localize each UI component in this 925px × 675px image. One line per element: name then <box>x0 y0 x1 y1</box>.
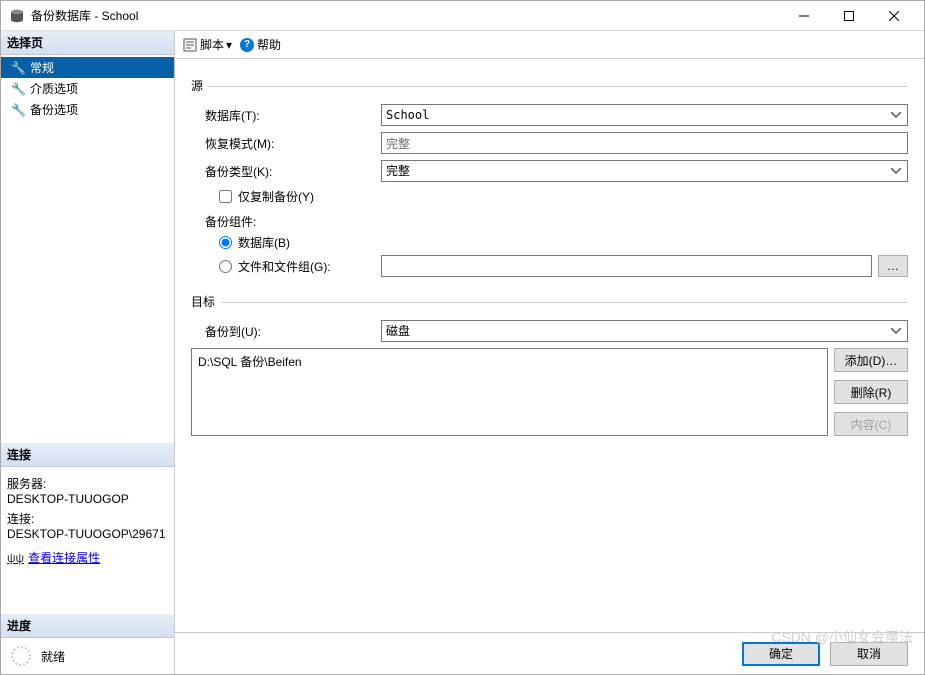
page-nav: 🔧 常规 🔧 介质选项 🔧 备份选项 <box>1 55 174 122</box>
copy-only-label: 仅复制备份(Y) <box>238 188 314 205</box>
select-page-header: 选择页 <box>1 31 174 55</box>
help-button[interactable]: ? 帮助 <box>240 36 281 53</box>
nav-label: 介质选项 <box>30 80 78 97</box>
add-destination-button[interactable]: 添加(D)… <box>834 348 908 372</box>
copy-only-checkbox[interactable] <box>219 190 232 203</box>
conn-value: DESKTOP-TUUOGOP\29671 <box>7 527 168 541</box>
connection-info: 服务器: DESKTOP-TUUOGOP 连接: DESKTOP-TUUOGOP… <box>1 467 174 574</box>
progress-block: 就绪 <box>1 638 174 674</box>
nav-label: 常规 <box>30 59 54 76</box>
recovery-mode-label: 恢复模式(M): <box>205 135 381 152</box>
backup-type-label: 备份类型(K): <box>205 163 381 180</box>
server-value: DESKTOP-TUUOGOP <box>7 492 168 506</box>
contents-button: 内容(C) <box>834 412 908 436</box>
destination-list[interactable]: D:\SQL 备份\Beifen <box>191 348 828 436</box>
script-label: 脚本 <box>200 36 224 53</box>
view-connection-properties-link[interactable]: ψψ 查看连接属性 <box>7 549 168 566</box>
destination-path[interactable]: D:\SQL 备份\Beifen <box>198 353 821 370</box>
content-area: 源 数据库(T): School 恢复模式(M): 备份类型(K): 完整 仅复… <box>175 59 924 632</box>
ok-button[interactable]: 确定 <box>742 642 820 666</box>
chevron-down-icon: ▾ <box>226 38 232 52</box>
nav-item-media-options[interactable]: 🔧 介质选项 <box>1 78 174 99</box>
connection-header: 连接 <box>1 443 174 467</box>
titlebar: 备份数据库 - School <box>1 1 924 31</box>
database-icon <box>9 8 25 24</box>
close-button[interactable] <box>871 1 916 30</box>
remove-destination-button[interactable]: 删除(R) <box>834 380 908 404</box>
wrench-icon: 🔧 <box>11 61 26 75</box>
source-group-title: 源 <box>191 77 908 94</box>
script-icon <box>183 38 197 52</box>
minimize-button[interactable] <box>781 1 826 30</box>
wrench-icon: 🔧 <box>11 103 26 117</box>
destination-group-title: 目标 <box>191 293 908 310</box>
right-panel: 脚本 ▾ ? 帮助 源 数据库(T): School 恢复模式(M): <box>175 31 924 674</box>
radio-filegroups[interactable] <box>219 260 232 273</box>
backup-database-dialog: 备份数据库 - School 选择页 🔧 常规 🔧 介质选项 🔧 备份选项 连接 服务… <box>0 0 925 675</box>
database-label: 数据库(T): <box>205 107 381 124</box>
dialog-footer: 确定 取消 <box>175 632 924 674</box>
backup-component-label: 备份组件: <box>205 213 908 230</box>
recovery-mode-field <box>381 132 908 154</box>
wrench-icon: 🔧 <box>11 82 26 96</box>
progress-status: 就绪 <box>41 648 65 665</box>
link-text: 查看连接属性 <box>28 549 100 566</box>
backup-to-label: 备份到(U): <box>205 323 381 340</box>
maximize-button[interactable] <box>826 1 871 30</box>
help-icon: ? <box>240 38 254 52</box>
radio-database[interactable] <box>219 236 232 249</box>
browse-filegroups-button[interactable]: … <box>878 255 908 277</box>
help-label: 帮助 <box>257 36 281 53</box>
script-button[interactable]: 脚本 ▾ <box>183 36 232 53</box>
nav-item-general[interactable]: 🔧 常规 <box>1 57 174 78</box>
progress-header: 进度 <box>1 614 174 638</box>
nav-label: 备份选项 <box>30 101 78 118</box>
conn-label: 连接: <box>7 510 168 527</box>
nav-item-backup-options[interactable]: 🔧 备份选项 <box>1 99 174 120</box>
cancel-button[interactable]: 取消 <box>830 642 908 666</box>
radio-filegroups-label: 文件和文件组(G): <box>238 258 331 275</box>
plug-icon: ψψ <box>7 551 24 565</box>
database-select[interactable]: School <box>381 104 908 126</box>
backup-type-select[interactable]: 完整 <box>381 160 908 182</box>
spinner-icon <box>11 646 31 666</box>
window-title: 备份数据库 - School <box>31 7 781 24</box>
radio-database-label: 数据库(B) <box>238 234 290 251</box>
left-panel: 选择页 🔧 常规 🔧 介质选项 🔧 备份选项 连接 服务器: DESKTOP-TUUO… <box>1 31 175 674</box>
toolbar: 脚本 ▾ ? 帮助 <box>175 31 924 59</box>
backup-to-select[interactable]: 磁盘 <box>381 320 908 342</box>
filegroups-input <box>381 255 872 277</box>
server-label: 服务器: <box>7 475 168 492</box>
